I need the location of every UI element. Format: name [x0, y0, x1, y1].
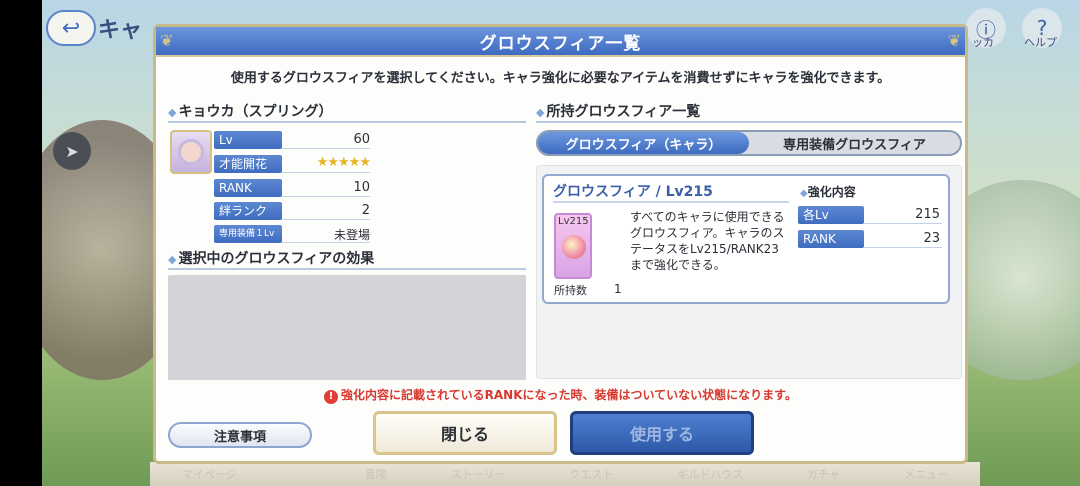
bullet-icon: ◆ [168, 106, 177, 119]
bullet-icon: ◆ [536, 106, 545, 119]
nav-item-quest[interactable]: クエスト [569, 466, 613, 482]
stat-label: 才能開花 [214, 155, 282, 173]
bullet-icon: ◆ [168, 253, 177, 266]
boost-value: 23 [923, 231, 940, 246]
boost-value: 215 [915, 207, 940, 222]
boost-row-level: 各Lv 215 [798, 206, 942, 226]
stat-value: 60 [353, 132, 370, 147]
boost-row-rank: RANK 23 [798, 230, 942, 250]
stat-label: Lv [214, 131, 282, 149]
sphere-list: グロウスフィア / Lv215 Lv215 すべてのキャラに使用できるグロウスフ… [536, 165, 962, 379]
stat-value: 2 [361, 203, 370, 218]
tab-equipment-spheres[interactable]: 専用装備グロウスフィア [749, 132, 960, 154]
tab-character-spheres[interactable]: グロウスフィア（キャラ） [538, 132, 749, 154]
nav-item-guildhouse[interactable]: ギルドハウス [677, 466, 743, 482]
nav-item-adventure[interactable]: 冒険 [365, 466, 387, 482]
stat-row-unique-equip: 専用装備１Lv 未登場 [214, 225, 370, 245]
character-portrait [170, 130, 212, 174]
sphere-tabs: グロウスフィア（キャラ） 専用装備グロウスフィア [536, 130, 962, 156]
nav-item-gacha[interactable]: ガチャ [807, 466, 840, 482]
effect-heading-label: 選択中のグロウスフィアの効果 [178, 251, 375, 267]
sphere-icon: Lv215 [554, 213, 592, 279]
stat-value: 10 [353, 180, 370, 195]
warning-message: ! 強化内容に記載されているRANKになった時、装備はついていない状態になります。 [156, 386, 965, 404]
ornament-icon: ❦ [947, 31, 961, 50]
help-label: ヘルプ [1024, 36, 1057, 49]
orb-icon [562, 235, 586, 259]
stat-row-level: Lv 60 [214, 131, 370, 151]
owned-label: 所持数 [554, 284, 587, 297]
screen-title: キャ [98, 18, 143, 43]
effect-heading: ◆ 選択中のグロウスフィアの効果 [168, 248, 526, 270]
stat-value: 未登場 [333, 228, 370, 242]
info-label: ッカ [972, 36, 994, 49]
warning-text: 強化内容に記載されているRANKになった時、装備はついていない状態になります。 [341, 388, 797, 402]
dialog-header: ❦ グロウスフィア一覧 ❦ [156, 27, 965, 57]
send-icon[interactable]: ➤ [53, 132, 91, 170]
selected-effect-panel [168, 275, 526, 380]
character-heading: ◆ キョウカ（スプリング） [168, 101, 526, 123]
sphere-title: グロウスフィア / Lv215 [553, 184, 713, 200]
boost-heading-label: 強化内容 [807, 185, 856, 199]
sphere-card[interactable]: グロウスフィア / Lv215 Lv215 すべてのキャラに使用できるグロウスフ… [542, 174, 950, 304]
nav-item-menu[interactable]: メニュー [904, 466, 948, 482]
bullet-icon: ◆ [800, 188, 808, 199]
dialog-title: グロウスフィア一覧 [479, 33, 642, 54]
ornament-icon: ❦ [160, 31, 174, 50]
owned-heading: ◆ 所持グロウスフィア一覧 [536, 101, 962, 123]
character-name: キョウカ（スプリング） [178, 104, 333, 120]
bottom-nav: マイページ 冒険 ストーリー クエスト ギルドハウス ガチャ メニュー [150, 462, 980, 486]
notes-button[interactable]: 注意事項 [168, 422, 312, 448]
nav-item-story[interactable]: ストーリー [450, 466, 505, 482]
stat-row-rank: RANK 10 [214, 179, 370, 199]
owned-count: 1 [614, 282, 622, 296]
star-rating: ★★★★★ [316, 155, 371, 170]
dialog-instructions: 使用するグロウスフィアを選択してください。キャラ強化に必要なアイテムを消費せずに… [230, 71, 891, 86]
use-button[interactable]: 使用する [570, 411, 754, 455]
back-arrow-icon: ↩ [61, 15, 81, 41]
boost-label: 各Lv [798, 206, 864, 224]
sphere-description: すべてのキャラに使用できるグロウスフィア。キャラのステータスをLv215/RAN… [630, 210, 785, 272]
stat-label: RANK [214, 179, 282, 197]
stat-label: 専用装備１Lv [214, 225, 282, 243]
boost-label: RANK [798, 230, 864, 248]
growth-sphere-dialog: ❦ グロウスフィア一覧 ❦ 使用するグロウスフィアを選択してください。キャラ強化… [153, 24, 968, 464]
boost-heading: ◆強化内容 [800, 183, 856, 200]
stat-label: 絆ランク [214, 202, 282, 220]
nav-item-mypage[interactable]: マイページ [182, 466, 237, 482]
owned-heading-label: 所持グロウスフィア一覧 [546, 104, 701, 120]
sphere-icon-level: Lv215 [558, 216, 589, 227]
stat-row-bond-rank: 絆ランク 2 [214, 202, 370, 222]
stat-row-talent: 才能開花 ★★★★★ [214, 155, 371, 175]
back-button[interactable]: ↩ [46, 10, 96, 46]
warning-icon: ! [324, 390, 339, 404]
close-button[interactable]: 閉じる [373, 411, 557, 455]
